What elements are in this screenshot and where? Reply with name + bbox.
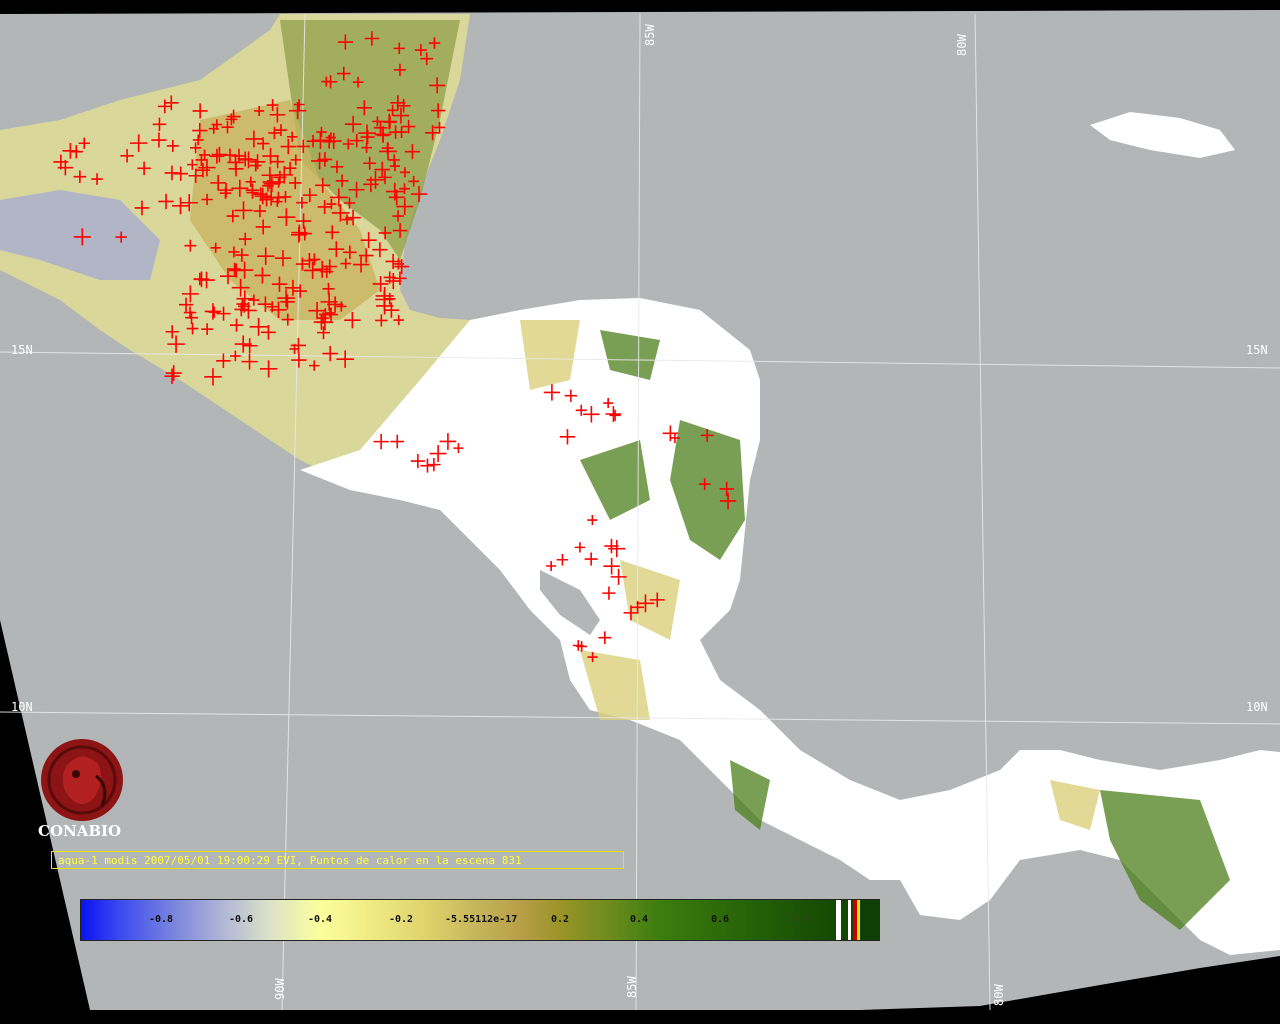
- lat-label-15n-left: 15N: [11, 343, 33, 357]
- colorbar-tick: 0.8: [790, 914, 809, 925]
- scene-caption: aqua-1 modis 2007/05/01 19:00:29 EVI, Pu…: [51, 851, 624, 869]
- colorbar-tick: -5.55112e-17: [445, 914, 518, 925]
- colorbar-special-classes: [836, 900, 880, 940]
- lat-label-10n-right: 10N: [1246, 700, 1268, 714]
- colorbar-tick: 0.4: [630, 914, 649, 925]
- lon-label-85w-bottom: 85W: [625, 976, 639, 998]
- colorbar-tick: 0.6: [711, 914, 730, 925]
- colorbar-tick: -0.2: [389, 914, 414, 925]
- lon-label-80w-bottom: 80W: [992, 984, 1006, 1006]
- lat-label-10n-left: 10N: [11, 700, 33, 714]
- lon-label-80w-top: 80W: [955, 34, 969, 56]
- colorbar-tick: 0.2: [551, 914, 570, 925]
- colorbar-tick: -0.6: [229, 914, 254, 925]
- map-canvas: [0, 10, 1280, 1011]
- colorbar-tick: -0.4: [308, 914, 333, 925]
- colorbar-tick: -0.8: [149, 914, 174, 925]
- lon-label-85w-top: 85W: [643, 24, 657, 46]
- lon-label-90w-bottom: 90W: [273, 978, 287, 1000]
- lat-label-15n-right: 15N: [1246, 343, 1268, 357]
- logo-text: CONABIO: [38, 822, 122, 840]
